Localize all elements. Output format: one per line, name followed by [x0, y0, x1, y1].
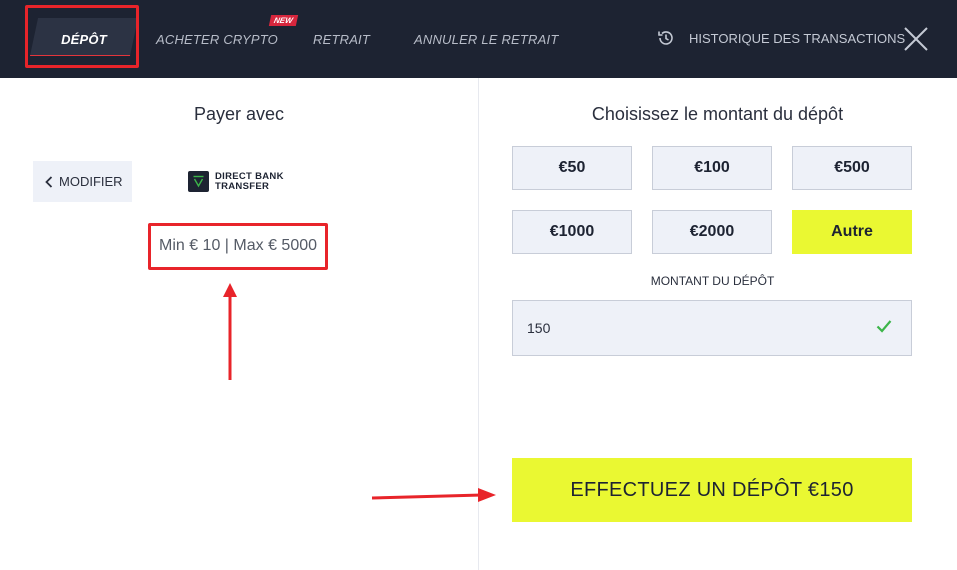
panel-divider: [478, 78, 479, 570]
tab-label: ACHETER CRYPTO: [156, 31, 278, 47]
history-label: HISTORIQUE DES TRANSACTIONS: [689, 30, 906, 46]
choose-amount-title: Choisissez le montant du dépôt: [591, 104, 844, 124]
tab-retrait[interactable]: RETRAIT: [313, 0, 370, 78]
direct-bank-transfer-logo: DIRECT BANK TRANSFER: [188, 171, 284, 192]
tab-label: DÉPÔT: [61, 31, 107, 47]
amount-option-1000[interactable]: €1000: [512, 210, 632, 254]
tab-acheter-crypto[interactable]: ACHETER CRYPTO: [156, 0, 278, 78]
annotation-arrow-up: [223, 283, 237, 380]
tab-label: ANNULER LE RETRAIT: [414, 31, 559, 47]
amount-option-other[interactable]: Autre: [792, 210, 912, 254]
new-badge: NEW: [268, 15, 298, 26]
logo-line-2: TRANSFER: [215, 180, 270, 192]
chevron-left-icon: [45, 175, 53, 188]
check-icon: [876, 320, 892, 333]
close-icon: [904, 27, 928, 51]
top-navigation-bar: DÉPÔT ACHETER CRYPTO NEW RETRAIT ANNULER…: [0, 0, 957, 78]
amount-option-100[interactable]: €100: [652, 146, 772, 190]
close-button[interactable]: [902, 25, 930, 53]
history-icon: [658, 31, 673, 45]
tab-depot[interactable]: DÉPÔT: [29, 0, 139, 78]
bank-logo-mark-icon: [188, 171, 209, 192]
amount-option-500[interactable]: €500: [792, 146, 912, 190]
amount-option-50[interactable]: €50: [512, 146, 632, 190]
transaction-history-link[interactable]: HISTORIQUE DES TRANSACTIONS: [656, 28, 905, 48]
amount-option-2000[interactable]: €2000: [652, 210, 772, 254]
deposit-amount-input[interactable]: [512, 300, 912, 356]
pay-with-title: Payer avec: [193, 104, 285, 124]
tab-annuler-le-retrait[interactable]: ANNULER LE RETRAIT: [414, 0, 558, 78]
logo-line-1: DIRECT BANK: [215, 170, 284, 182]
deposit-amount-label: MONTANT DU DÉPÔT: [650, 274, 775, 288]
deposit-limits: Min € 10 | Max € 5000: [158, 237, 318, 254]
submit-deposit-button[interactable]: EFFECTUEZ UN DÉPÔT €150: [512, 458, 912, 522]
modify-button[interactable]: MODIFIER: [33, 161, 132, 202]
tab-label: RETRAIT: [313, 31, 371, 47]
modify-label: MODIFIER: [59, 174, 123, 189]
